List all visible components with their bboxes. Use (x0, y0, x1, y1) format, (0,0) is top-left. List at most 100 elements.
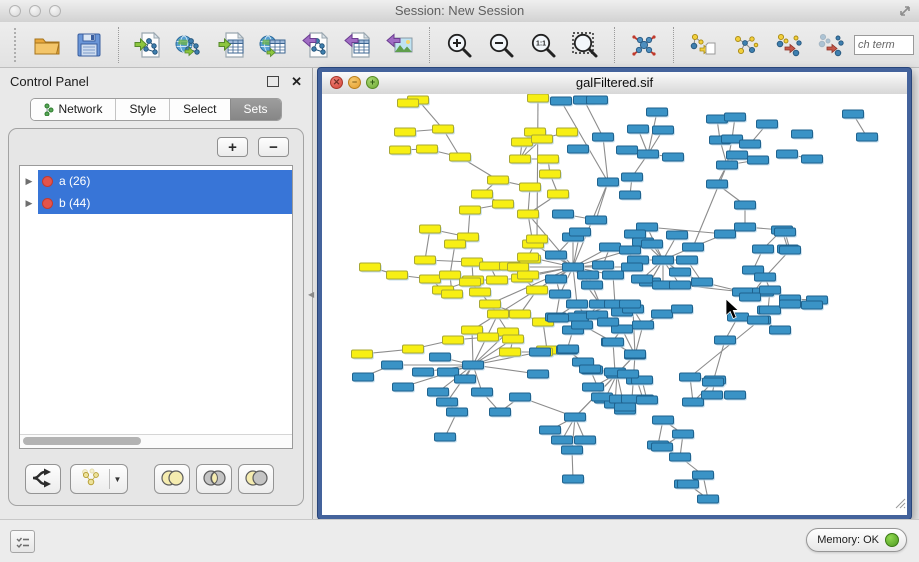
tab-style[interactable]: Style (115, 99, 169, 120)
export-table-button[interactable] (337, 25, 379, 65)
sets-move-nodes-button[interactable] (766, 25, 808, 65)
search-input[interactable] (854, 35, 914, 55)
network-node (780, 246, 801, 254)
network-node (663, 153, 684, 161)
task-history-button[interactable] (10, 530, 35, 553)
split-sets-button[interactable] (25, 464, 61, 494)
set-row[interactable]: ▶ b (44) (20, 192, 292, 214)
network-node (428, 388, 449, 396)
network-node (775, 228, 796, 236)
minimize-view-button[interactable]: − (348, 76, 361, 89)
network-node (670, 268, 691, 276)
network-node (617, 146, 638, 154)
gather-sets-dropdown-icon (77, 467, 105, 492)
set-row-selection[interactable]: b (44) (38, 192, 292, 214)
network-node (740, 140, 761, 148)
set-node (493, 200, 514, 208)
sets-move-nodes-icon (772, 30, 802, 60)
network-node (692, 278, 713, 286)
network-node (490, 408, 511, 416)
zoom-actual-size-button[interactable]: 1:1 (522, 25, 564, 65)
network-node (570, 228, 591, 236)
tab-label: Select (183, 102, 216, 116)
add-set-button[interactable]: + (217, 137, 248, 157)
tab-sets[interactable]: Sets (230, 99, 281, 120)
open-session-button[interactable] (26, 25, 68, 65)
fullscreen-icon[interactable] (897, 3, 913, 19)
tab-select[interactable]: Select (169, 99, 229, 120)
network-node (757, 120, 778, 128)
expand-triangle-icon[interactable]: ▶ (20, 176, 38, 187)
control-panel: Control Panel ✕ NetworkStyleSelectSets +… (0, 68, 313, 520)
set-node (503, 335, 524, 343)
network-node (550, 290, 571, 298)
close-panel-icon[interactable]: ✕ (291, 75, 302, 88)
network-node (565, 413, 586, 421)
network-node (563, 475, 584, 483)
difference-sets-icon (243, 468, 270, 491)
set-node (443, 336, 464, 344)
network-node (572, 321, 593, 329)
network-node (575, 436, 596, 444)
intersect-sets-button[interactable] (196, 464, 232, 494)
export-network-button[interactable] (295, 25, 337, 65)
difference-sets-button[interactable] (238, 464, 274, 494)
memory-status-badge[interactable]: Memory: OK (806, 528, 907, 552)
network-node (593, 261, 614, 269)
export-image-button[interactable] (379, 25, 421, 65)
resize-grip-icon[interactable] (894, 496, 906, 514)
import-network-file-button[interactable] (127, 25, 169, 65)
zoom-actual-size-icon: 1:1 (528, 30, 558, 60)
network-node (670, 453, 691, 461)
import-table-file-button[interactable] (211, 25, 253, 65)
zoom-in-button[interactable] (438, 25, 480, 65)
set-row-selection[interactable]: a (26) (38, 170, 292, 192)
scrollbar-thumb[interactable] (23, 437, 141, 445)
network-node (702, 391, 723, 399)
set-node (508, 263, 529, 271)
set-node (512, 138, 533, 146)
remove-set-button[interactable]: − (258, 137, 289, 157)
horizontal-scrollbar[interactable] (20, 434, 292, 448)
network-node (683, 243, 704, 251)
sets-from-network-button[interactable] (682, 25, 724, 65)
splitter-collapse-icon[interactable]: ◀ (308, 290, 316, 300)
zoom-out-button[interactable] (480, 25, 522, 65)
network-node (622, 173, 643, 181)
sets-list[interactable]: ▶ a (26) ▶ b (44) (19, 165, 293, 449)
zoom-fit-selected-button[interactable] (564, 25, 606, 65)
set-node (470, 288, 491, 296)
apply-preferred-layout-button[interactable] (623, 25, 665, 65)
set-node (398, 99, 419, 107)
close-view-button[interactable]: ✕ (330, 76, 343, 89)
window-title: Session: New Session (0, 3, 919, 18)
maximize-view-button[interactable]: + (366, 76, 379, 89)
set-row[interactable]: ▶ a (26) (20, 170, 292, 192)
zoom-fit-selected-icon (570, 30, 600, 60)
network-node (580, 365, 601, 373)
network-node (760, 286, 781, 294)
set-node (387, 271, 408, 279)
gather-sets-dropdown-button[interactable]: ▼ (70, 464, 128, 494)
network-window-titlebar[interactable]: ✕ − + galFiltered.sif (322, 72, 907, 95)
sets-copy-nodes-button[interactable] (808, 25, 850, 65)
network-node (353, 373, 374, 381)
import-table-url-button[interactable] (253, 25, 295, 65)
tab-label: Style (129, 102, 156, 116)
expand-triangle-icon[interactable]: ▶ (20, 198, 38, 209)
network-node (727, 151, 748, 159)
tab-network[interactable]: Network (31, 99, 115, 120)
import-network-url-button[interactable] (169, 25, 211, 65)
union-sets-button[interactable] (154, 464, 190, 494)
save-session-button[interactable] (68, 25, 110, 65)
network-view-window[interactable]: ✕ − + galFiltered.sif (318, 68, 911, 519)
save-session-icon (74, 30, 104, 60)
network-canvas[interactable] (322, 94, 907, 515)
network-node (567, 300, 588, 308)
network-node (680, 373, 701, 381)
set-node (488, 176, 509, 184)
float-panel-icon[interactable] (267, 76, 279, 87)
open-session-icon (32, 30, 62, 60)
set-node (450, 153, 471, 161)
sets-select-nodes-button[interactable] (724, 25, 766, 65)
